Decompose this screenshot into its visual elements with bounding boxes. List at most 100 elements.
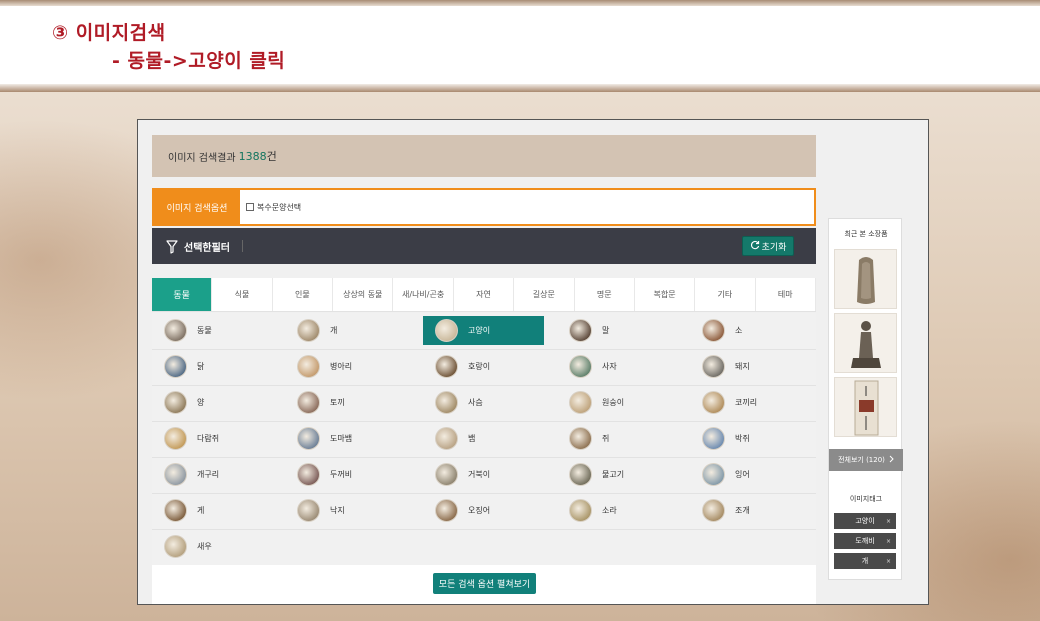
image-tag-label: 도깨비 — [855, 537, 875, 545]
animal-option[interactable]: 고양이 — [423, 316, 544, 345]
animal-label: 동물 — [197, 326, 212, 335]
image-tag[interactable]: 고양이 × — [834, 513, 896, 529]
grid-row-divider — [152, 385, 816, 386]
animal-option[interactable]: 게 — [152, 496, 273, 525]
animal-thumbnail — [164, 355, 187, 378]
animal-label: 새우 — [197, 542, 212, 551]
animal-option[interactable]: 사자 — [557, 352, 678, 381]
category-tab[interactable]: 동물 — [152, 278, 213, 311]
category-tab[interactable]: 명문 — [575, 278, 635, 311]
animal-option[interactable]: 돼지 — [690, 352, 811, 381]
multi-select-label: 복수문양선택 — [257, 202, 302, 212]
category-tab[interactable]: 인물 — [273, 278, 334, 311]
animal-option[interactable]: 소 — [690, 316, 811, 345]
animal-option[interactable]: 도마뱀 — [285, 424, 406, 453]
animal-option[interactable]: 거북이 — [423, 460, 544, 489]
animal-thumbnail — [297, 391, 320, 414]
selected-filter-label: 선택한필터 — [184, 242, 230, 254]
animal-option[interactable]: 개구리 — [152, 460, 273, 489]
animal-label: 잉어 — [735, 470, 750, 479]
animal-label: 소 — [735, 326, 743, 335]
category-tab[interactable]: 상상의 동물 — [333, 278, 394, 311]
category-tab[interactable]: 식물 — [212, 278, 273, 311]
animal-option[interactable]: 소라 — [557, 496, 678, 525]
grid-row-divider — [152, 349, 816, 350]
animal-option[interactable]: 오징어 — [423, 496, 544, 525]
tag-remove-icon[interactable]: × — [886, 518, 891, 525]
animal-thumbnail — [164, 535, 187, 558]
animal-option[interactable]: 잉어 — [690, 460, 811, 489]
animal-option[interactable]: 다람쥐 — [152, 424, 273, 453]
tag-remove-icon[interactable]: × — [886, 538, 891, 545]
animal-option[interactable]: 동물 — [152, 316, 273, 345]
animal-label: 도마뱀 — [330, 434, 353, 443]
animal-option[interactable]: 뱀 — [423, 424, 544, 453]
grid-row-divider — [152, 529, 816, 530]
tag-remove-icon[interactable]: × — [886, 558, 891, 565]
animal-option[interactable]: 물고기 — [557, 460, 678, 489]
animal-label: 양 — [197, 398, 205, 407]
animal-option[interactable]: 쥐 — [557, 424, 678, 453]
animal-option[interactable]: 호랑이 — [423, 352, 544, 381]
animal-label: 돼지 — [735, 362, 750, 371]
animal-thumbnail — [569, 355, 592, 378]
view-all-button[interactable]: 전체보기 (120) — [829, 449, 903, 471]
animal-thumbnail — [569, 499, 592, 522]
view-all-label: 전체보기 (120) — [838, 456, 885, 464]
animal-thumbnail — [702, 463, 725, 486]
recent-item-thumbnail[interactable] — [834, 313, 897, 373]
animal-label: 거북이 — [468, 470, 491, 479]
multi-select-checkbox[interactable] — [246, 203, 254, 211]
category-tab[interactable]: 길상문 — [514, 278, 575, 311]
grid-row-divider — [152, 493, 816, 494]
result-label: 이미지 검색결과 — [168, 152, 236, 164]
screenshot-frame: 이미지 검색결과 1388 건 이미지 검색옵션 복수문양선택 선택한필터 초기… — [137, 119, 929, 605]
image-tag-label: 고양이 — [855, 517, 875, 525]
search-option-label: 이미지 검색옵션 — [154, 190, 240, 224]
animal-option[interactable]: 닭 — [152, 352, 273, 381]
animal-label: 조개 — [735, 506, 750, 515]
animal-option[interactable]: 박쥐 — [690, 424, 811, 453]
animal-option[interactable]: 원숭이 — [557, 388, 678, 417]
animal-option[interactable]: 낙지 — [285, 496, 406, 525]
animal-option[interactable]: 새우 — [152, 532, 273, 561]
animal-option[interactable]: 코끼리 — [690, 388, 811, 417]
animal-option[interactable]: 개 — [285, 316, 406, 345]
reset-button[interactable]: 초기화 — [742, 236, 794, 256]
animal-thumbnail — [164, 427, 187, 450]
animal-option[interactable]: 사슴 — [423, 388, 544, 417]
animal-thumbnail — [164, 319, 187, 342]
animal-option[interactable]: 양 — [152, 388, 273, 417]
filter-funnel-icon — [166, 239, 178, 254]
image-tag[interactable]: 도깨비 × — [834, 533, 896, 549]
category-tab[interactable]: 복합문 — [635, 278, 696, 311]
category-tab[interactable]: 새/나비/곤충 — [393, 278, 454, 311]
animal-label: 뱀 — [468, 434, 476, 443]
animal-option[interactable]: 토끼 — [285, 388, 406, 417]
animal-thumbnail — [297, 319, 320, 342]
slide-heading: ③ 이미지검색 — [52, 22, 166, 44]
animal-label: 토끼 — [330, 398, 345, 407]
animal-option[interactable]: 조개 — [690, 496, 811, 525]
slide-subheading: - 동물->고양이 클릭 — [112, 50, 286, 72]
expand-all-options-button[interactable]: 모든 검색 옵션 펼쳐보기 — [433, 573, 536, 594]
animal-option[interactable]: 말 — [557, 316, 678, 345]
result-unit: 건 — [266, 150, 277, 163]
animal-label: 사슴 — [468, 398, 483, 407]
animal-label: 물고기 — [602, 470, 625, 479]
animal-option[interactable]: 병아리 — [285, 352, 406, 381]
category-tab[interactable]: 테마 — [756, 278, 816, 311]
animal-thumbnail — [569, 391, 592, 414]
image-tag[interactable]: 개 × — [834, 553, 896, 569]
animal-thumbnail — [569, 319, 592, 342]
recent-item-thumbnail[interactable] — [834, 249, 897, 309]
category-tab[interactable]: 기타 — [695, 278, 756, 311]
result-count: 1388 — [238, 149, 267, 163]
animal-option[interactable]: 두꺼비 — [285, 460, 406, 489]
recent-item-thumbnail[interactable] — [834, 377, 897, 437]
side-panel: 최근 본 소장품 전체보기 (120) 이미지태그 고양이 × 도깨비 × 개 … — [828, 218, 903, 580]
animal-thumbnail — [435, 391, 458, 414]
category-tab[interactable]: 자연 — [454, 278, 515, 311]
multi-select-option[interactable]: 복수문양선택 — [240, 190, 301, 224]
animal-thumbnail — [435, 427, 458, 450]
